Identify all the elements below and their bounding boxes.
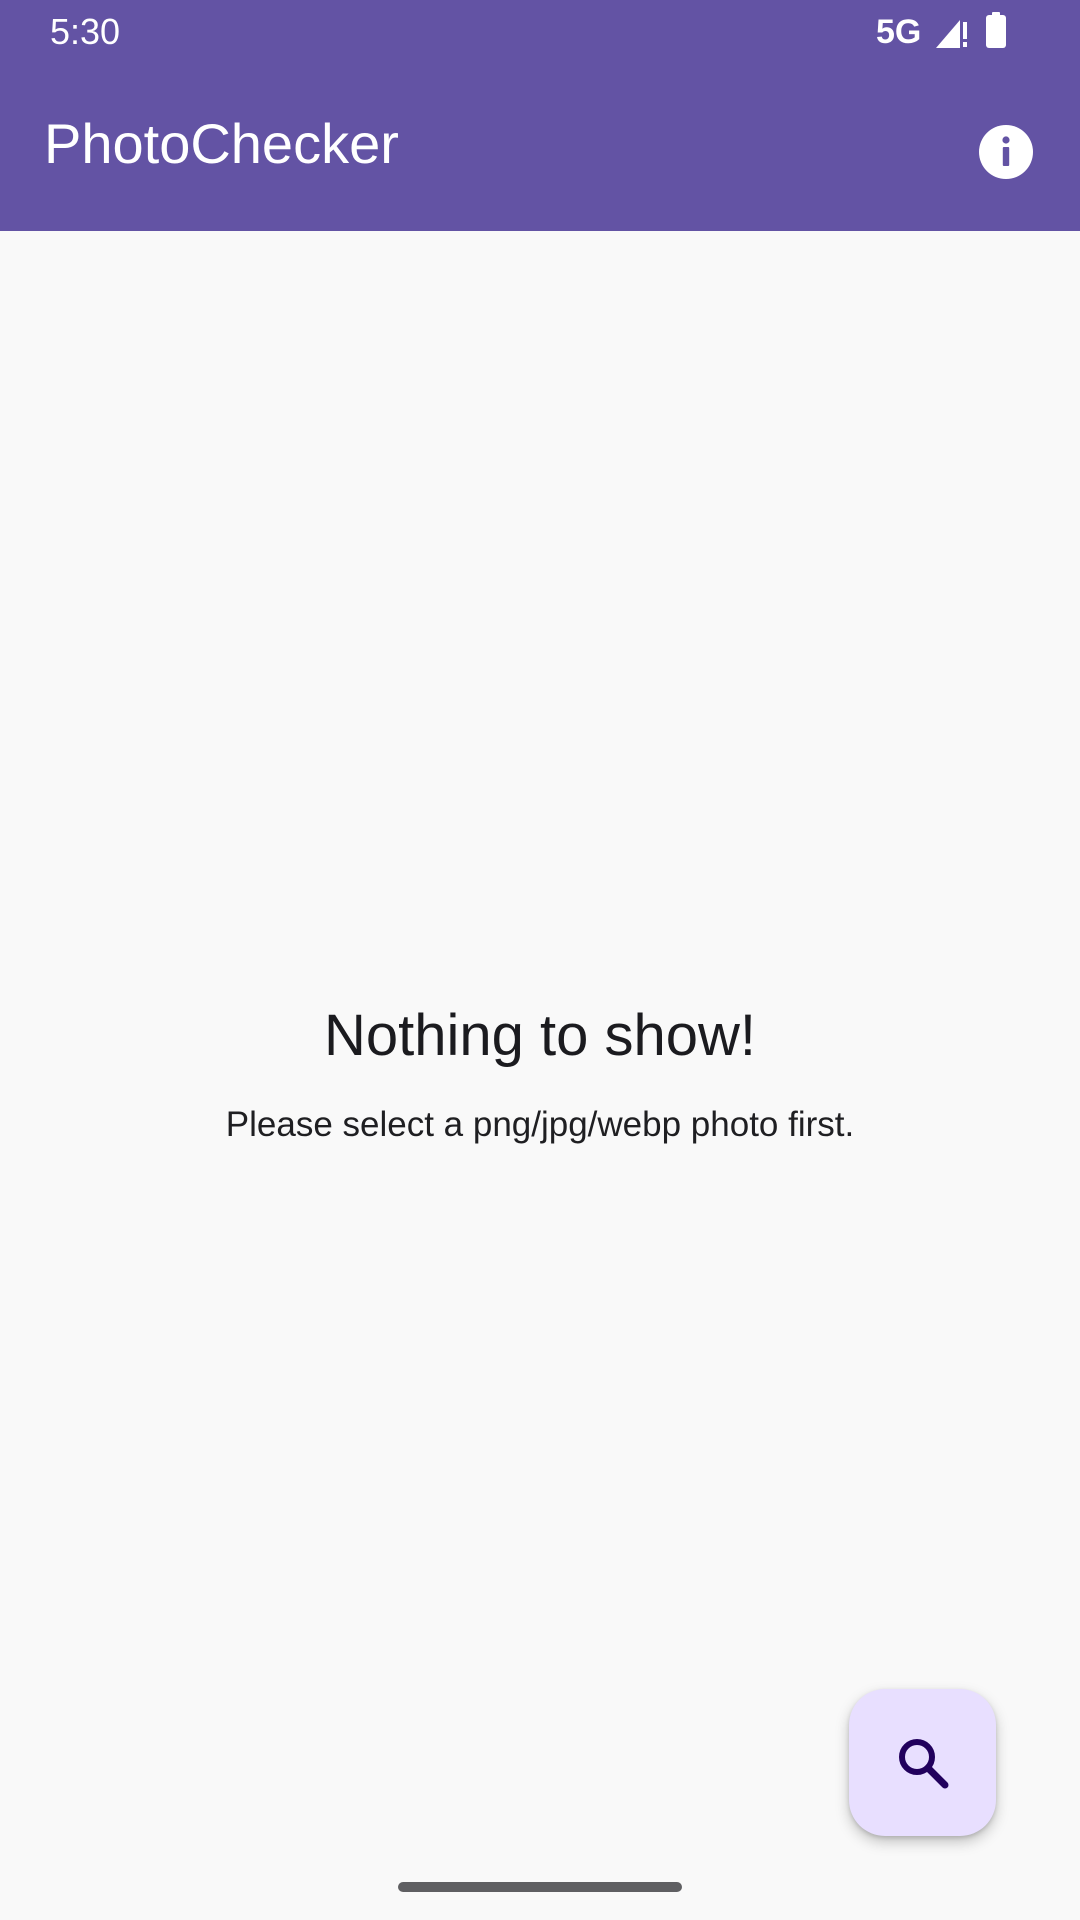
app-bar: PhotoChecker: [0, 64, 1080, 231]
info-button[interactable]: [970, 116, 1042, 188]
status-time: 5:30: [50, 11, 121, 52]
search-fab[interactable]: [849, 1689, 996, 1836]
status-bar: 5:30 5G: [0, 0, 1080, 64]
network-type: 5G: [876, 13, 922, 51]
search-icon: [898, 1738, 948, 1788]
battery-full-icon: [986, 12, 1006, 48]
signal-alert-icon: [936, 20, 967, 48]
screen: 5:30 5G PhotoChecker Nothing to show! Pl…: [0, 0, 1080, 1920]
empty-state-subtitle: Please select a png/jpg/webp photo first…: [225, 1105, 855, 1144]
info-icon: [979, 125, 1033, 179]
empty-state-title: Nothing to show!: [323, 1003, 757, 1068]
home-indicator[interactable]: [398, 1882, 682, 1892]
app-title: PhotoChecker: [44, 112, 399, 175]
